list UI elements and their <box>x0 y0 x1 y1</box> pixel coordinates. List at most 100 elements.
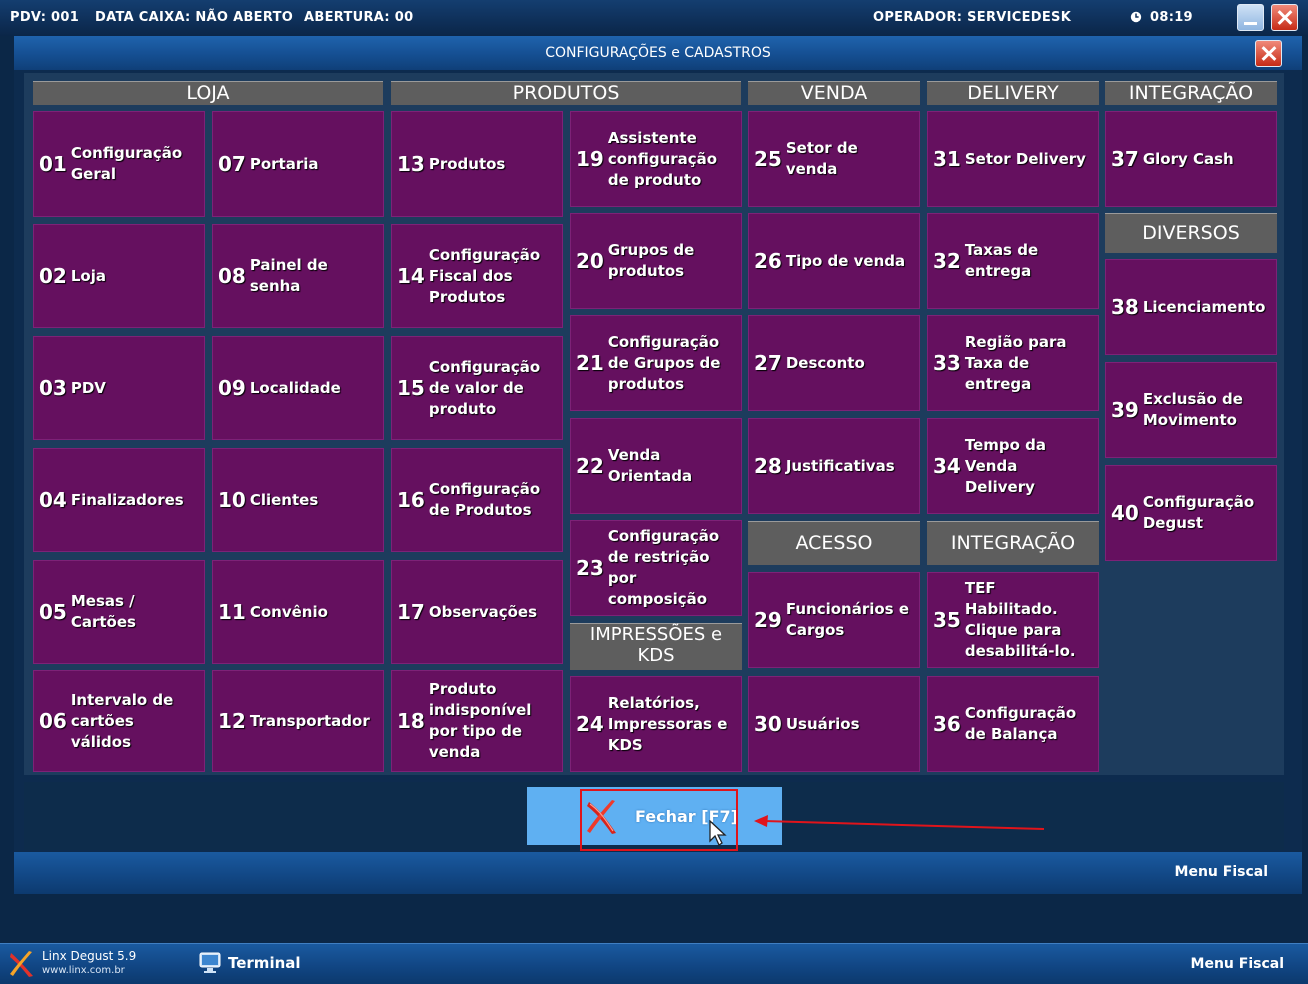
taskbar-app-url: www.linx.com.br <box>42 965 125 976</box>
minimize-icon <box>1244 22 1257 25</box>
tile-number: 18 <box>397 709 425 733</box>
tile-number: 10 <box>218 488 246 512</box>
tile-number: 39 <box>1111 398 1139 422</box>
tile-02-loja[interactable]: 02 Loja <box>33 224 205 328</box>
dialog-menu-fiscal[interactable]: Menu Fiscal <box>1175 864 1268 880</box>
tile-26-tipo-venda[interactable]: 26 Tipo de venda <box>748 213 920 309</box>
header-loja: LOJA <box>33 81 383 105</box>
tile-number: 09 <box>218 376 246 400</box>
tile-number: 25 <box>754 147 782 171</box>
tile-number: 21 <box>576 351 604 375</box>
tile-label: Produtos <box>428 154 506 173</box>
tile-number: 23 <box>576 556 604 580</box>
tile-number: 05 <box>39 600 67 624</box>
tile-33-regiao-taxa-entrega[interactable]: 33 Região para Taxa de entrega <box>927 315 1099 411</box>
header-acesso: ACESSO <box>748 521 920 565</box>
tile-label: Tempo da Venda Delivery <box>964 435 1047 496</box>
tile-number: 20 <box>576 249 604 273</box>
tile-30-usuarios[interactable]: 30 Usuários <box>748 676 920 772</box>
tile-17-observacoes[interactable]: 17 Observações <box>391 560 563 664</box>
minimize-button[interactable] <box>1237 4 1264 31</box>
tile-25-setor-venda[interactable]: 25 Setor de venda <box>748 111 920 207</box>
abertura-label: ABERTURA: 00 <box>304 10 414 25</box>
pdv-label: PDV: 001 <box>10 10 80 25</box>
tile-24-relatorios-impressoras[interactable]: 24 Relatórios, Impressoras e KDS <box>570 676 742 772</box>
tile-11-convenio[interactable]: 11 Convênio <box>212 560 384 664</box>
tile-12-transportador[interactable]: 12 Transportador <box>212 670 384 772</box>
tile-label: Observações <box>428 602 538 621</box>
tile-number: 34 <box>933 454 961 478</box>
tile-number: 16 <box>397 488 425 512</box>
tile-35-tef-habilitado[interactable]: 35 TEF Habilitado. Clique para desabilitá… <box>927 572 1099 668</box>
tile-08-painel-senha[interactable]: 08 Painel de senha <box>212 224 384 328</box>
tile-label: Produto indisponível por tipo de venda <box>428 680 532 761</box>
tile-18-produto-indisponivel[interactable]: 18 Produto indisponível por tipo de venda <box>391 670 563 772</box>
tile-27-desconto[interactable]: 27 Desconto <box>748 315 920 411</box>
linx-logo-icon <box>10 951 33 977</box>
tile-label: Taxas de entrega <box>964 241 1039 280</box>
tile-10-clientes[interactable]: 10 Clientes <box>212 448 384 552</box>
tile-label: Setor Delivery <box>964 149 1086 168</box>
tile-31-setor-delivery[interactable]: 31 Setor Delivery <box>927 111 1099 207</box>
tile-number: 14 <box>397 264 425 288</box>
tile-05-mesas-cartoes[interactable]: 05 Mesas / Cartões <box>33 560 205 664</box>
mouse-cursor-icon <box>709 820 727 846</box>
tile-38-licenciamento[interactable]: 38 Licenciamento <box>1105 259 1277 355</box>
tile-label: Loja <box>70 266 106 285</box>
tile-16-configuracao-produtos[interactable]: 16 Configuração de Produtos <box>391 448 563 552</box>
header-integracao-top: INTEGRAÇÃO <box>1105 81 1277 105</box>
tile-number: 15 <box>397 376 425 400</box>
tile-label: Licenciamento <box>1142 297 1266 316</box>
tile-label: Localidade <box>249 378 341 397</box>
tile-14-configuracao-fiscal[interactable]: 14 Configuração Fiscal dos Produtos <box>391 224 563 328</box>
tile-number: 29 <box>754 608 782 632</box>
taskbar-menu-fiscal[interactable]: Menu Fiscal <box>1191 956 1284 972</box>
taskbar: Linx Degust 5.9 www.linx.com.br Terminal… <box>0 943 1308 984</box>
tile-20-grupos-produtos[interactable]: 20 Grupos de produtos <box>570 213 742 309</box>
tile-number: 36 <box>933 712 961 736</box>
tile-23-configuracao-restricao[interactable]: 23 Configuração de restrição por composiç… <box>570 520 742 616</box>
tile-29-funcionarios-cargos[interactable]: 29 Funcionários e Cargos <box>748 572 920 668</box>
tile-label: Venda Orientada <box>607 446 693 485</box>
tile-15-configuracao-valor[interactable]: 15 Configuração de valor de produto <box>391 336 563 440</box>
taskbar-terminal[interactable]: Terminal <box>228 954 301 972</box>
tile-number: 19 <box>576 147 604 171</box>
data-caixa-label: DATA CAIXA: NÃO ABERTO <box>95 10 294 25</box>
clock-time: 08:19 <box>1150 10 1193 25</box>
status-bar: PDV: 001 DATA CAIXA: NÃO ABERTO ABERTURA… <box>0 0 1308 36</box>
tile-37-glory-cash[interactable]: 37 Glory Cash <box>1105 111 1277 207</box>
tile-19-assistente-configuracao[interactable]: 19 Assistente configuração de produto <box>570 111 742 207</box>
tile-34-tempo-venda-delivery[interactable]: 34 Tempo da Venda Delivery <box>927 418 1099 514</box>
tile-label: Configuração de Produtos <box>428 480 541 519</box>
tile-number: 03 <box>39 376 67 400</box>
tile-label: Configuração Degust <box>1142 493 1255 532</box>
tile-03-pdv[interactable]: 03 PDV <box>33 336 205 440</box>
clock-icon <box>1130 11 1142 23</box>
tile-label: Configuração Fiscal dos Produtos <box>428 245 541 306</box>
tile-label: Justificativas <box>785 456 895 475</box>
tile-36-configuracao-balanca[interactable]: 36 Configuração de Balança <box>927 676 1099 772</box>
tile-09-localidade[interactable]: 09 Localidade <box>212 336 384 440</box>
tile-22-venda-orientada[interactable]: 22 Venda Orientada <box>570 418 742 514</box>
window-close-button[interactable] <box>1271 4 1298 31</box>
header-impressoes-kds: IMPRESSÕES e KDS <box>570 623 742 670</box>
terminal-icon[interactable] <box>198 951 222 975</box>
tile-39-exclusao-movimento[interactable]: 39 Exclusão de Movimento <box>1105 362 1277 458</box>
tile-40-configuracao-degust[interactable]: 40 Configuração Degust <box>1105 465 1277 561</box>
tile-label: Grupos de produtos <box>607 241 695 280</box>
header-venda: VENDA <box>748 81 920 105</box>
tile-number: 13 <box>397 152 425 176</box>
close-icon <box>1256 41 1281 66</box>
tile-06-intervalo-cartoes[interactable]: 06 Intervalo de cartões válidos <box>33 670 205 772</box>
tile-label: Intervalo de cartões válidos <box>70 690 174 751</box>
tile-04-finalizadores[interactable]: 04 Finalizadores <box>33 448 205 552</box>
tile-28-justificativas[interactable]: 28 Justificativas <box>748 418 920 514</box>
tile-32-taxas-entrega[interactable]: 32 Taxas de entrega <box>927 213 1099 309</box>
tile-number: 17 <box>397 600 425 624</box>
tile-01-configuracao-geral[interactable]: 01 Configuração Geral <box>33 111 205 217</box>
dialog-close-button[interactable] <box>1255 40 1282 67</box>
tile-13-produtos[interactable]: 13 Produtos <box>391 111 563 217</box>
tile-21-configuracao-grupos[interactable]: 21 Configuração de Grupos de produtos <box>570 315 742 411</box>
tile-label: Desconto <box>785 353 865 372</box>
tile-07-portaria[interactable]: 07 Portaria <box>212 111 384 217</box>
